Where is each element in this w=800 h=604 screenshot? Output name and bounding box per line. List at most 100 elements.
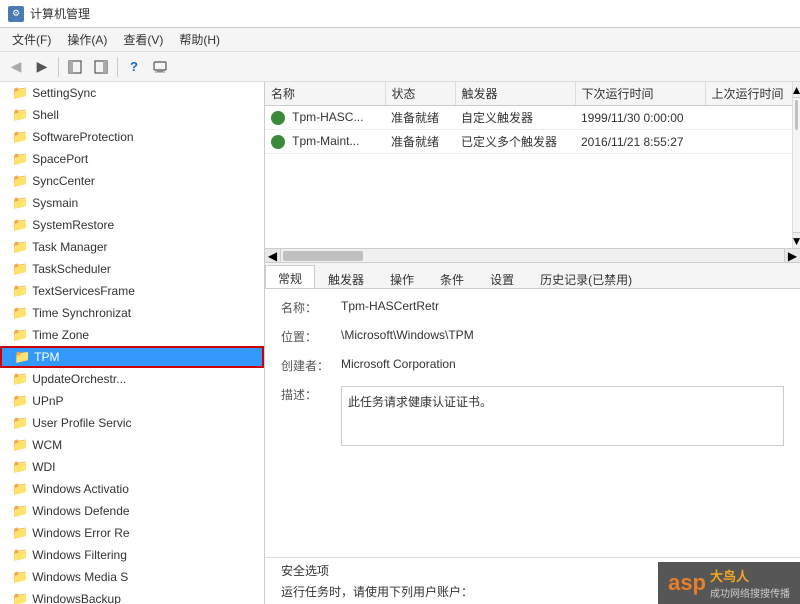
folder-icon: 📁 bbox=[12, 393, 28, 409]
menu-view[interactable]: 查看(V) bbox=[115, 29, 171, 50]
tree-item-synccenter[interactable]: 📁 SyncCenter bbox=[0, 170, 264, 192]
scroll-down-arrow[interactable]: ▼ bbox=[793, 232, 800, 248]
tree-item-wcm[interactable]: 📁 WCM bbox=[0, 434, 264, 456]
watermark-text-block: 大鸟人 成功网络搜搜传播 bbox=[710, 566, 790, 600]
row2-status: 准备就绪 bbox=[385, 130, 455, 154]
menu-action[interactable]: 操作(A) bbox=[59, 29, 115, 50]
folder-icon: 📁 bbox=[12, 503, 28, 519]
tree-item-windowsdefender[interactable]: 📁 Windows Defende bbox=[0, 500, 264, 522]
task-status-icon bbox=[271, 135, 285, 149]
tree-item-windowsfiltering[interactable]: 📁 Windows Filtering bbox=[0, 544, 264, 566]
scroll-up-arrow[interactable]: ▲ bbox=[793, 82, 800, 98]
tab-actions[interactable]: 操作 bbox=[377, 266, 427, 288]
tree-item-taskscheduler[interactable]: 📁 TaskScheduler bbox=[0, 258, 264, 280]
tree-item-tpm[interactable]: 📁 TPM bbox=[0, 346, 264, 368]
right-scrollbar[interactable]: ▲ ▼ bbox=[792, 82, 800, 248]
panel2-button[interactable] bbox=[89, 56, 113, 78]
folder-icon: 📁 bbox=[12, 415, 28, 431]
task-list-scroll[interactable]: 名称 状态 触发器 下次运行时间 上次运行时间 上次... bbox=[265, 82, 792, 248]
folder-icon: 📁 bbox=[12, 547, 28, 563]
tree-item-taskmanager[interactable]: 📁 Task Manager bbox=[0, 236, 264, 258]
toolbar-separator-2 bbox=[117, 57, 118, 77]
menu-bar: 文件(F) 操作(A) 查看(V) 帮助(H) bbox=[0, 28, 800, 52]
folder-icon: 📁 bbox=[12, 525, 28, 541]
watermark-site: 大鸟人 bbox=[710, 566, 790, 585]
computer-button[interactable] bbox=[148, 56, 172, 78]
main-layout: 📁 SettingSync 📁 Shell 📁 SoftwareProtecti… bbox=[0, 82, 800, 604]
tree-item-settingsync[interactable]: 📁 SettingSync bbox=[0, 82, 264, 104]
forward-button[interactable]: ▶ bbox=[30, 56, 54, 78]
folder-icon: 📁 bbox=[12, 195, 28, 211]
folder-icon: 📁 bbox=[12, 107, 28, 123]
tab-history[interactable]: 历史记录(已禁用) bbox=[527, 266, 645, 288]
tree-item-wdi[interactable]: 📁 WDI bbox=[0, 456, 264, 478]
tab-triggers[interactable]: 触发器 bbox=[315, 266, 377, 288]
tree-item-spaceport[interactable]: 📁 SpacePort bbox=[0, 148, 264, 170]
folder-icon: 📁 bbox=[12, 85, 28, 101]
col-next-run[interactable]: 下次运行时间 bbox=[575, 82, 705, 106]
detail-author-value: Microsoft Corporation bbox=[341, 357, 784, 371]
detail-content: 名称： Tpm-HASCertRetr 位置： \Microsoft\Windo… bbox=[265, 289, 800, 557]
show-hide-button[interactable] bbox=[63, 56, 87, 78]
title-text: 计算机管理 bbox=[30, 5, 90, 22]
tree-item-sysmain[interactable]: 📁 Sysmain bbox=[0, 192, 264, 214]
question-icon: ? bbox=[130, 59, 138, 74]
task-table: 名称 状态 触发器 下次运行时间 上次运行时间 上次... bbox=[265, 82, 792, 154]
folder-icon: 📁 bbox=[12, 569, 28, 585]
table-row[interactable]: Tpm-Maint... 准备就绪 已定义多个触发器 2016/11/21 8:… bbox=[265, 130, 792, 154]
tab-settings[interactable]: 设置 bbox=[477, 266, 527, 288]
tab-general[interactable]: 常规 bbox=[265, 265, 315, 288]
folder-icon: 📁 bbox=[12, 129, 28, 145]
scroll-right-arrow[interactable]: ▶ bbox=[784, 249, 800, 263]
detail-name-row: 名称： Tpm-HASCertRetr bbox=[281, 299, 784, 316]
menu-file[interactable]: 文件(F) bbox=[4, 29, 59, 50]
detail-author-label: 创建者： bbox=[281, 357, 341, 374]
folder-icon: 📁 bbox=[12, 283, 28, 299]
detail-desc-value: 此任务请求健康认证证书。 bbox=[348, 395, 492, 409]
row1-name: Tpm-HASC... bbox=[265, 106, 385, 130]
app-icon: ⚙ bbox=[8, 6, 24, 22]
row2-trigger: 已定义多个触发器 bbox=[455, 130, 575, 154]
tree-item-timezone[interactable]: 📁 Time Zone bbox=[0, 324, 264, 346]
folder-icon: 📁 bbox=[12, 305, 28, 321]
folder-icon: 📁 bbox=[12, 437, 28, 453]
detail-desc-row: 描述： 此任务请求健康认证证书。 bbox=[281, 386, 784, 446]
row2-next-run: 2016/11/21 8:55:27 bbox=[575, 130, 705, 154]
detail-name-label: 名称： bbox=[281, 299, 341, 316]
h-scroll-thumb[interactable] bbox=[283, 251, 363, 261]
scroll-thumb[interactable] bbox=[795, 100, 798, 130]
col-trigger[interactable]: 触发器 bbox=[455, 82, 575, 106]
h-scrollbar[interactable]: ◀ ▶ bbox=[265, 248, 800, 262]
tree-item-systemrestore[interactable]: 📁 SystemRestore bbox=[0, 214, 264, 236]
help-button[interactable]: ? bbox=[122, 56, 146, 78]
detail-desc-box: 此任务请求健康认证证书。 bbox=[341, 386, 784, 446]
col-last-run[interactable]: 上次运行时间 bbox=[705, 82, 792, 106]
tree-item-shell[interactable]: 📁 Shell bbox=[0, 104, 264, 126]
col-name[interactable]: 名称 bbox=[265, 82, 385, 106]
tree-item-windowserror[interactable]: 📁 Windows Error Re bbox=[0, 522, 264, 544]
scroll-left-arrow[interactable]: ◀ bbox=[265, 249, 281, 263]
tree-item-timesync[interactable]: 📁 Time Synchronizat bbox=[0, 302, 264, 324]
tree-item-windowsactivation[interactable]: 📁 Windows Activatio bbox=[0, 478, 264, 500]
folder-icon: 📁 bbox=[12, 217, 28, 233]
detail-location-value: \Microsoft\Windows\TPM bbox=[341, 328, 784, 342]
tree-item-windowsmedia[interactable]: 📁 Windows Media S bbox=[0, 566, 264, 588]
tree-item-updateorch[interactable]: 📁 UpdateOrchestr... bbox=[0, 368, 264, 390]
tab-conditions[interactable]: 条件 bbox=[427, 266, 477, 288]
table-row[interactable]: Tpm-HASC... 准备就绪 自定义触发器 1999/11/30 0:00:… bbox=[265, 106, 792, 130]
title-bar: ⚙ 计算机管理 bbox=[0, 0, 800, 28]
folder-icon: 📁 bbox=[12, 173, 28, 189]
folder-icon: 📁 bbox=[12, 151, 28, 167]
tabs: 常规 触发器 操作 条件 设置 历史记录(已禁用) bbox=[265, 263, 800, 289]
back-button[interactable]: ◀ bbox=[4, 56, 28, 78]
menu-help[interactable]: 帮助(H) bbox=[171, 29, 228, 50]
folder-icon: 📁 bbox=[12, 459, 28, 475]
tree-item-windowsbackup[interactable]: 📁 WindowsBackup bbox=[0, 588, 264, 604]
left-panel[interactable]: 📁 SettingSync 📁 Shell 📁 SoftwareProtecti… bbox=[0, 82, 265, 604]
col-status[interactable]: 状态 bbox=[385, 82, 455, 106]
tree-item-upnp[interactable]: 📁 UPnP bbox=[0, 390, 264, 412]
tree-item-softwareprotection[interactable]: 📁 SoftwareProtection bbox=[0, 126, 264, 148]
tree-item-userprofile[interactable]: 📁 User Profile Servic bbox=[0, 412, 264, 434]
row1-trigger: 自定义触发器 bbox=[455, 106, 575, 130]
tree-item-textservices[interactable]: 📁 TextServicesFrame bbox=[0, 280, 264, 302]
